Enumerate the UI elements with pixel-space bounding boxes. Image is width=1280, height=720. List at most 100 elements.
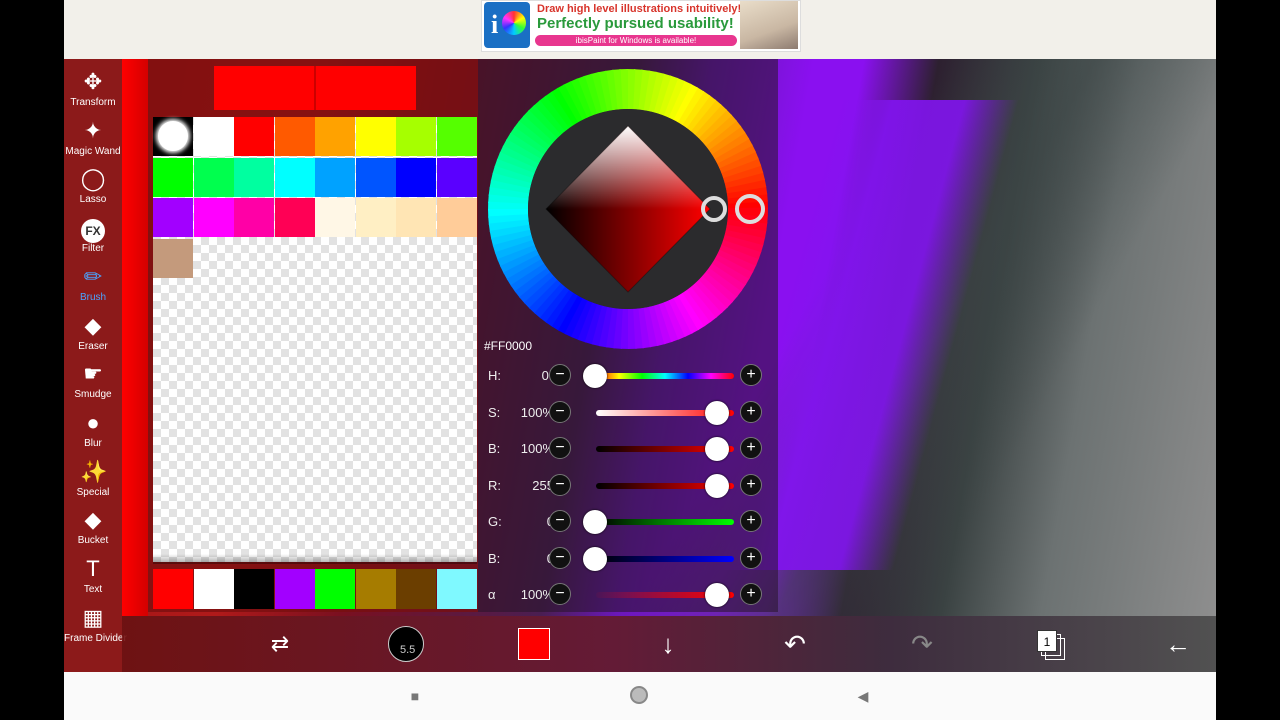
increment-button[interactable]: + (740, 583, 762, 605)
color-swatch[interactable] (153, 238, 193, 278)
slider-knob[interactable] (705, 437, 729, 461)
color-swatch[interactable] (153, 117, 193, 156)
color-swatch[interactable] (436, 198, 477, 237)
layers-button[interactable]: 1 (1022, 616, 1078, 672)
history-color-swatch[interactable] (396, 569, 436, 609)
increment-button[interactable]: + (740, 510, 762, 532)
undo-button[interactable]: ↶ (767, 616, 823, 672)
hex-color-code[interactable]: #FF0000 (484, 339, 532, 353)
eraser-icon: ◆ (84, 312, 102, 338)
redo-button[interactable]: ↷ (894, 616, 950, 672)
tool-bar: ✥ Transform ✦ Magic Wand ◯ Lasso FX Filter ✏ Brus… (64, 59, 127, 672)
color-swatch[interactable] (315, 117, 355, 156)
color-swatch[interactable] (234, 198, 274, 237)
slider-track[interactable] (596, 519, 734, 525)
color-swatch[interactable] (396, 117, 436, 156)
history-color-swatch[interactable] (355, 569, 396, 609)
color-swatch[interactable] (436, 157, 477, 197)
decrement-button[interactable]: − (549, 437, 571, 459)
color-swatch[interactable] (355, 117, 396, 156)
color-swatch[interactable] (274, 157, 315, 197)
ibispaint-app: i Draw high level illustrations intuitiv… (64, 0, 1216, 720)
tool-label: Blur (84, 437, 102, 449)
history-color-swatch[interactable] (153, 569, 193, 609)
slider-knob[interactable] (705, 583, 729, 607)
increment-button[interactable]: + (740, 473, 762, 496)
blur-icon: ● (86, 409, 100, 435)
tool-text[interactable]: T Text (64, 552, 122, 600)
increment-button[interactable]: + (740, 400, 762, 423)
tool-eraser[interactable]: ◆ Eraser (64, 309, 122, 357)
color-swatch[interactable] (274, 117, 315, 156)
history-color-swatch[interactable] (315, 569, 355, 609)
history-color-swatch[interactable] (436, 569, 477, 609)
tool-blur[interactable]: ● Blur (64, 406, 122, 454)
slider-value[interactable]: 0° (512, 368, 554, 383)
tool-smudge[interactable]: ☛ Smudge (64, 357, 122, 405)
slider-knob[interactable] (583, 546, 607, 571)
increment-button[interactable]: + (740, 546, 762, 569)
special-icon: ✨ (80, 458, 108, 484)
home-button[interactable] (630, 686, 650, 706)
brush-size-button[interactable]: 5.5 (378, 616, 434, 672)
color-swatch[interactable] (274, 198, 315, 237)
history-color-swatch[interactable] (193, 569, 234, 609)
tool-transform[interactable]: ✥ Transform (64, 65, 122, 113)
decrement-button[interactable]: − (549, 400, 571, 423)
color-swatch[interactable] (355, 157, 396, 197)
slider-value[interactable]: 255 (512, 478, 554, 493)
bucket-icon: ◆ (84, 507, 102, 533)
lasso-icon: ◯ (80, 166, 106, 192)
slider-knob[interactable] (583, 510, 607, 534)
color-swatch[interactable] (153, 198, 193, 237)
back-button[interactable]: ← (1150, 616, 1206, 672)
color-swatch[interactable] (193, 157, 234, 197)
current-color-button[interactable] (506, 616, 562, 672)
ad-banner[interactable]: i Draw high level illustrations intuitiv… (481, 0, 801, 52)
color-swatch[interactable] (396, 157, 436, 197)
increment-button[interactable]: + (740, 437, 762, 459)
decrement-button[interactable]: − (549, 510, 571, 532)
color-swatch[interactable] (396, 198, 436, 237)
tool-lasso[interactable]: ◯ Lasso (64, 162, 122, 210)
recents-button[interactable]: ■ (405, 686, 425, 706)
decrement-button[interactable]: − (549, 546, 571, 569)
color-swatch[interactable] (193, 198, 234, 237)
tool-magic-wand[interactable]: ✦ Magic Wand (64, 114, 122, 162)
slider-knob[interactable] (705, 473, 729, 498)
increment-button[interactable]: + (740, 364, 762, 386)
slider-value[interactable]: 100% (512, 587, 554, 602)
color-swatch[interactable] (234, 157, 274, 197)
swap-tool-button[interactable]: ⇄ (252, 616, 308, 672)
grid-shade (153, 554, 477, 564)
slider-knob[interactable] (705, 400, 729, 425)
color-swatch[interactable] (436, 117, 477, 156)
tool-filter[interactable]: FX Filter (64, 211, 122, 259)
slider-track[interactable] (596, 555, 734, 562)
ad-headline: Perfectly pursued usability! (537, 15, 734, 32)
color-swatch[interactable] (355, 198, 396, 237)
slider-track[interactable] (596, 373, 734, 379)
tool-frame-divider[interactable]: ▦ Frame Divider (64, 601, 127, 649)
slider-value[interactable]: 100% (512, 405, 554, 420)
color-swatch[interactable] (234, 117, 274, 156)
slider-value[interactable]: 100% (512, 441, 554, 456)
history-color-swatch[interactable] (234, 569, 274, 609)
slider-value[interactable]: 0 (512, 514, 554, 529)
color-swatch[interactable] (193, 117, 234, 156)
down-button[interactable]: ↓ (640, 616, 696, 672)
tool-bucket[interactable]: ◆ Bucket (64, 503, 122, 551)
slider-value[interactable]: 0 (512, 551, 554, 566)
color-swatch[interactable] (315, 198, 355, 237)
decrement-button[interactable]: − (549, 473, 571, 496)
slider-knob[interactable] (583, 364, 607, 388)
decrement-button[interactable]: − (549, 364, 571, 386)
history-color-swatch[interactable] (274, 569, 315, 609)
tool-brush[interactable]: ✏ Brush (64, 260, 122, 308)
color-swatch[interactable] (153, 157, 193, 197)
back-nav-button[interactable]: ◀ (853, 686, 873, 706)
color-swatch[interactable] (315, 157, 355, 197)
decrement-button[interactable]: − (549, 583, 571, 605)
color-wheel[interactable] (480, 62, 776, 352)
tool-special[interactable]: ✨ Special (64, 455, 122, 503)
